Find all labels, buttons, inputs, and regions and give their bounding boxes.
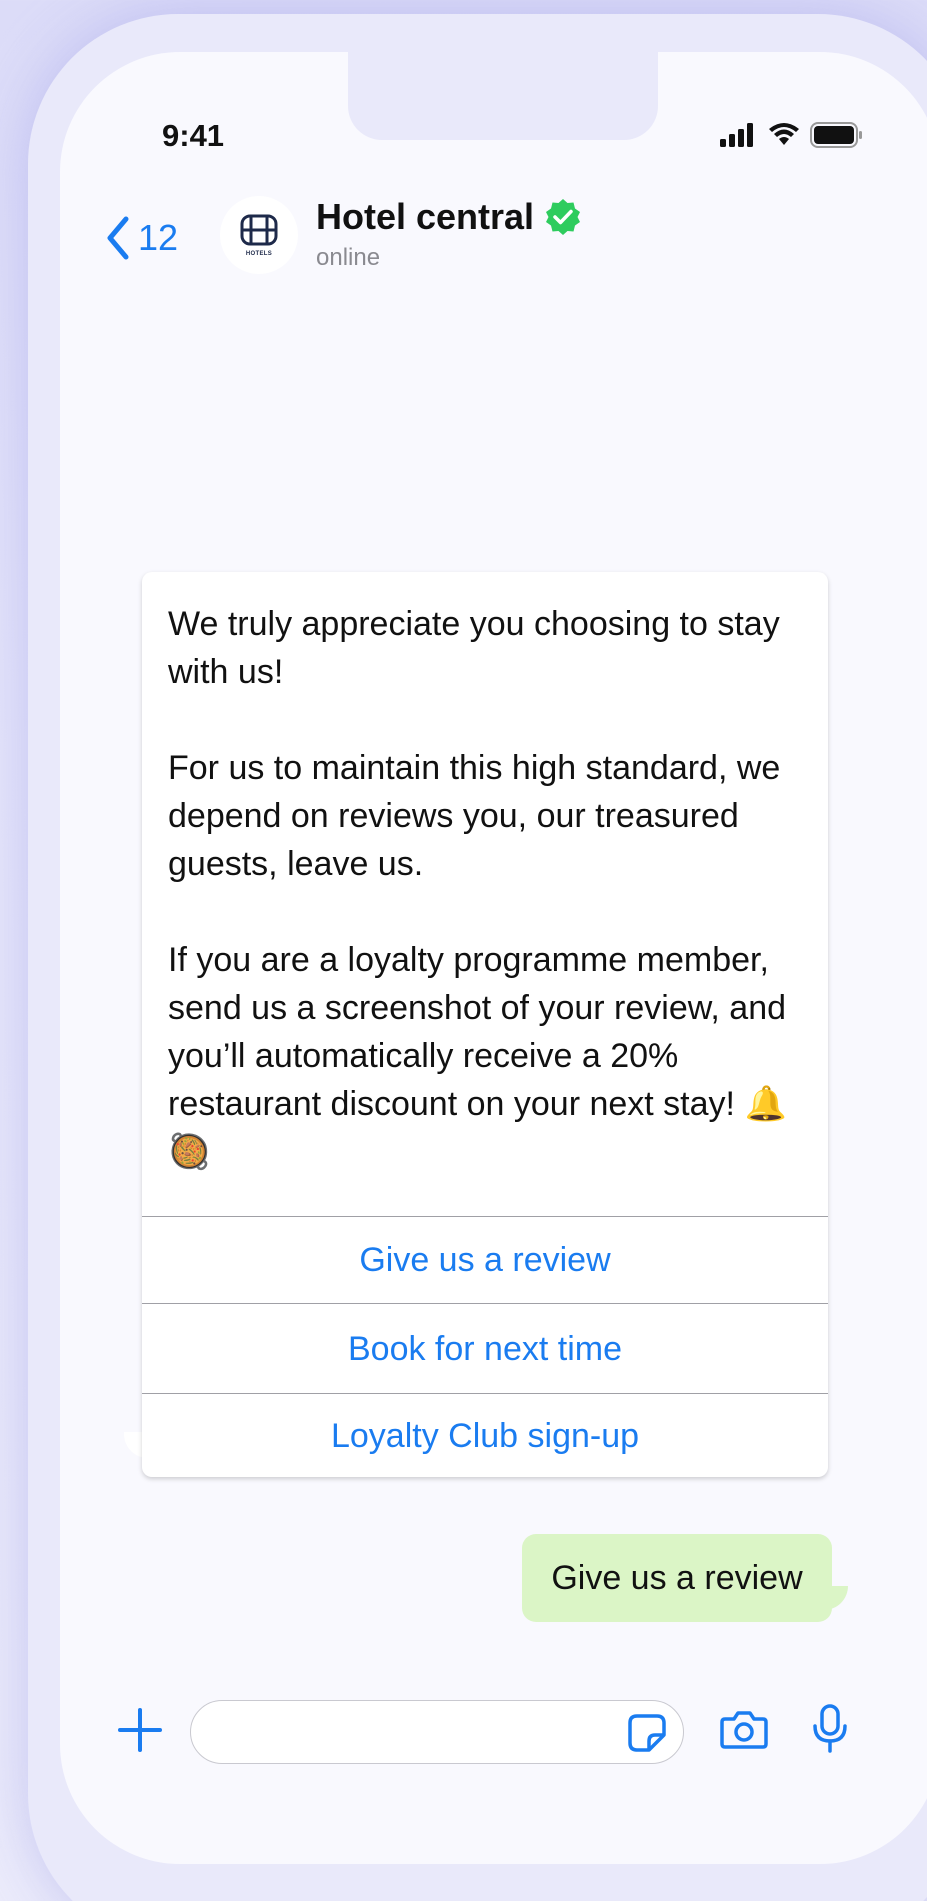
message-paragraph-text: If you are a loyalty programme member, s… bbox=[168, 941, 787, 1123]
notch bbox=[348, 52, 658, 140]
message-paragraph: We truly appreciate you choosing to stay… bbox=[168, 605, 780, 691]
message-body: We truly appreciate you choosing to stay… bbox=[142, 572, 828, 1216]
message-paragraph: If you are a loyalty programme member, s… bbox=[168, 936, 802, 1176]
back-button[interactable]: 12 bbox=[106, 216, 178, 260]
incoming-message-card: We truly appreciate you choosing to stay… bbox=[142, 572, 828, 1477]
camera-icon bbox=[720, 1711, 768, 1749]
status-icons bbox=[718, 122, 864, 148]
outgoing-message: Give us a review bbox=[522, 1534, 832, 1622]
message-paragraph: For us to maintain this high standard, w… bbox=[168, 749, 781, 883]
verified-badge-icon bbox=[546, 199, 581, 235]
chevron-left-icon bbox=[107, 216, 129, 260]
plus-icon bbox=[118, 1708, 162, 1752]
sticker-button[interactable] bbox=[627, 1713, 667, 1758]
unread-count: 12 bbox=[138, 217, 179, 258]
presence-status: online bbox=[316, 244, 381, 271]
avatar-label: HOTELS bbox=[245, 251, 273, 257]
wifi-icon bbox=[769, 123, 799, 145]
message-input[interactable] bbox=[190, 1700, 684, 1764]
microphone-icon bbox=[813, 1704, 847, 1753]
attach-button[interactable] bbox=[118, 1708, 162, 1757]
hotel-logo-icon bbox=[240, 214, 278, 246]
message-composer bbox=[60, 1680, 927, 1780]
quick-reply-actions: Give us a review Book for next time Loya… bbox=[142, 1216, 828, 1477]
camera-button[interactable] bbox=[720, 1710, 768, 1755]
sticker-icon bbox=[628, 1714, 666, 1752]
chat-screen: 9:41 12 HOTELS Hotel central online We t… bbox=[60, 52, 927, 1864]
battery-icon bbox=[810, 122, 862, 148]
voice-button[interactable] bbox=[812, 1704, 848, 1759]
book-next-time-button[interactable]: Book for next time bbox=[142, 1303, 828, 1393]
signal-icon bbox=[720, 123, 753, 147]
avatar[interactable]: HOTELS bbox=[220, 196, 298, 274]
chat-header: 12 HOTELS Hotel central online bbox=[60, 190, 927, 280]
give-review-button[interactable]: Give us a review bbox=[142, 1216, 828, 1303]
contact-info[interactable]: Hotel central online bbox=[316, 196, 582, 272]
contact-name: Hotel central bbox=[316, 196, 535, 237]
status-time: 9:41 bbox=[162, 118, 225, 153]
loyalty-signup-button[interactable]: Loyalty Club sign-up bbox=[142, 1393, 828, 1477]
